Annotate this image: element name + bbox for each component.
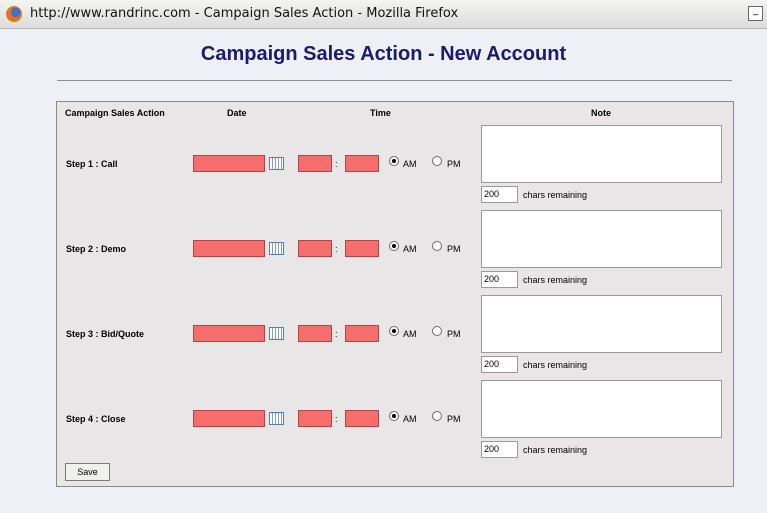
- header-time: Time: [370, 108, 391, 118]
- am-radio[interactable]: [389, 326, 399, 336]
- pm-label: PM: [447, 329, 461, 339]
- am-label: AM: [403, 329, 417, 339]
- am-radio[interactable]: [389, 411, 399, 421]
- calendar-icon[interactable]: [269, 412, 284, 425]
- time-separator: :: [335, 414, 338, 424]
- calendar-icon[interactable]: [269, 242, 284, 255]
- firefox-icon: [6, 6, 22, 22]
- minute-field[interactable]: [345, 325, 379, 342]
- calendar-icon[interactable]: [269, 327, 284, 340]
- chars-remaining-counter: 200: [481, 356, 518, 373]
- am-label: AM: [403, 159, 417, 169]
- minimize-button[interactable]: _: [748, 6, 763, 21]
- calendar-icon[interactable]: [269, 157, 284, 170]
- date-field[interactable]: [193, 410, 265, 427]
- pm-radio[interactable]: [432, 241, 442, 251]
- pm-radio[interactable]: [432, 411, 442, 421]
- pm-label: PM: [447, 159, 461, 169]
- step-label: Step 4 : Close: [66, 414, 126, 424]
- step-label: Step 1 : Call: [66, 159, 118, 169]
- minute-field[interactable]: [345, 410, 379, 427]
- pm-label: PM: [447, 244, 461, 254]
- am-radio[interactable]: [389, 156, 399, 166]
- page-title: Campaign Sales Action - New Account: [200, 43, 567, 65]
- hour-field[interactable]: [298, 325, 332, 342]
- date-field[interactable]: [193, 240, 265, 257]
- pm-label: PM: [447, 414, 461, 424]
- save-button[interactable]: Save: [65, 463, 110, 481]
- am-label: AM: [403, 244, 417, 254]
- time-separator: :: [335, 329, 338, 339]
- date-field[interactable]: [193, 325, 265, 342]
- note-textarea[interactable]: [481, 295, 722, 353]
- hour-field[interactable]: [298, 240, 332, 257]
- chars-remaining-label: chars remaining: [523, 190, 588, 200]
- chars-remaining-label: chars remaining: [523, 275, 588, 285]
- chars-remaining-counter: 200: [481, 441, 518, 458]
- step-label: Step 3 : Bid/Quote: [66, 329, 145, 339]
- time-separator: :: [335, 244, 338, 254]
- am-radio[interactable]: [389, 241, 399, 251]
- time-separator: :: [335, 159, 338, 169]
- chars-remaining-counter: 200: [481, 271, 518, 288]
- divider: [57, 80, 732, 81]
- note-textarea[interactable]: [481, 125, 722, 183]
- am-label: AM: [403, 414, 417, 424]
- header-note: Note: [591, 108, 611, 118]
- date-field[interactable]: [193, 155, 265, 172]
- note-textarea[interactable]: [481, 210, 722, 268]
- pm-radio[interactable]: [432, 156, 442, 166]
- chars-remaining-counter: 200: [481, 186, 518, 203]
- minute-field[interactable]: [345, 240, 379, 257]
- sales-action-panel: Campaign Sales Action Date Time Note Ste…: [56, 101, 734, 487]
- step-label: Step 2 : Demo: [66, 244, 127, 254]
- header-date: Date: [227, 108, 247, 118]
- hour-field[interactable]: [298, 155, 332, 172]
- header-action: Campaign Sales Action: [65, 108, 165, 118]
- note-textarea[interactable]: [481, 380, 722, 438]
- pm-radio[interactable]: [432, 326, 442, 336]
- window-titlebar: http://www.randrinc.com - Campaign Sales…: [0, 0, 767, 29]
- chars-remaining-label: chars remaining: [523, 360, 588, 370]
- minute-field[interactable]: [345, 155, 379, 172]
- hour-field[interactable]: [298, 410, 332, 427]
- chars-remaining-label: chars remaining: [523, 445, 588, 455]
- window-title: http://www.randrinc.com - Campaign Sales…: [30, 6, 459, 21]
